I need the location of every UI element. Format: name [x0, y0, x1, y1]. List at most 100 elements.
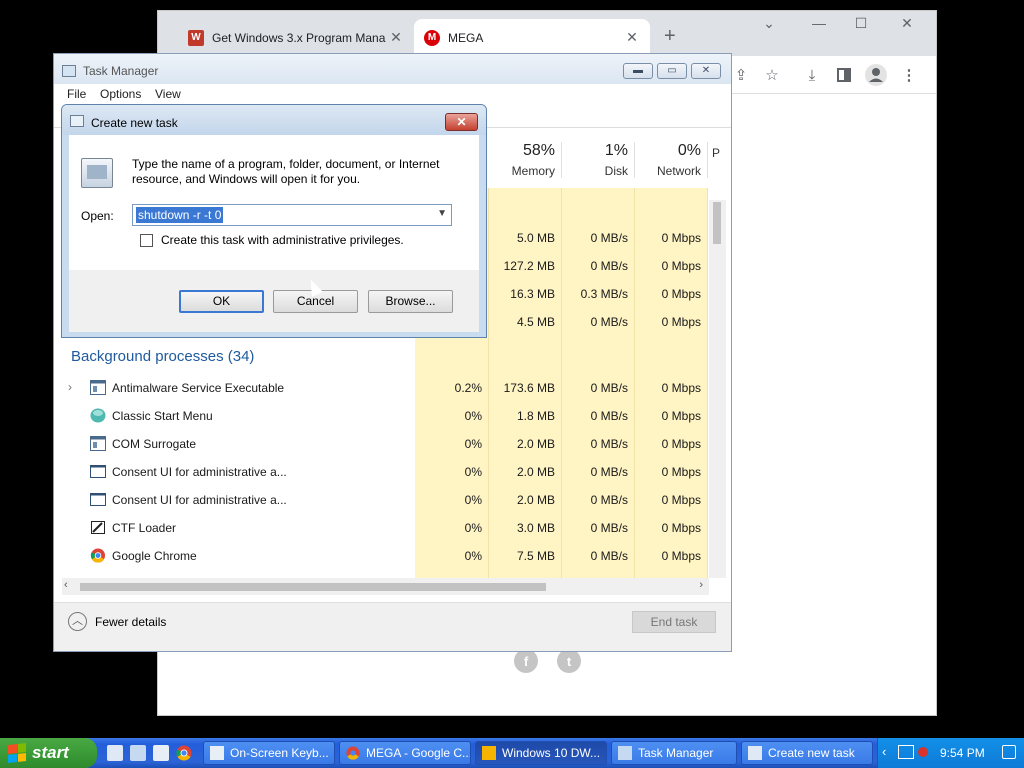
table-row[interactable]: Google Chrome 0% 7.5 MB 0 MB/s 0 Mbps [54, 542, 709, 570]
table-row[interactable]: Consent UI for administrative a... 0% 2.… [54, 486, 709, 514]
open-input-value[interactable]: shutdown -r -t 0 [136, 207, 224, 223]
new-tab-button[interactable]: + [664, 25, 676, 48]
end-task-button[interactable]: End task [632, 611, 716, 633]
ok-button[interactable]: OK [179, 290, 264, 313]
dialog-titlebar[interactable]: Create new task [62, 105, 486, 135]
blank-window-icon [90, 493, 106, 506]
memory-cell: 7.5 MB [516, 549, 555, 563]
keyboard-icon[interactable] [153, 745, 169, 761]
clock[interactable]: 9:54 PM [940, 746, 985, 760]
cpu-cell: 0.2% [454, 381, 482, 395]
process-name: Consent UI for administrative a... [112, 465, 287, 479]
network-cell: 0 Mbps [661, 549, 701, 563]
dialog-description: Type the name of a program, folder, docu… [132, 157, 440, 186]
disk-cell: 0 MB/s [590, 231, 628, 245]
ctf-loader-icon [91, 521, 105, 534]
fewer-details-button[interactable]: ︿ Fewer details [68, 612, 166, 631]
window-icon[interactable] [130, 745, 146, 761]
volume-muted-icon[interactable] [918, 747, 928, 757]
cpu-cell: 0% [464, 437, 482, 451]
close-button[interactable]: ✕ [691, 63, 721, 79]
scroll-left-icon[interactable]: ‹ [64, 579, 68, 591]
taskbar-button-create-new-task[interactable]: Create new task [741, 741, 873, 765]
minimize-button[interactable]: ▬ [623, 63, 653, 79]
start-label: start [32, 743, 69, 762]
close-tab-icon[interactable]: ✕ [388, 29, 404, 46]
taskbar-button-task-manager[interactable]: Task Manager [611, 741, 737, 765]
start-button[interactable]: start [0, 738, 97, 768]
menu-view[interactable]: View [155, 87, 181, 101]
close-tab-icon[interactable]: ✕ [624, 29, 640, 46]
table-row[interactable]: Consent UI for administrative a... 0% 2.… [54, 458, 709, 486]
memory-label: Memory [511, 164, 555, 178]
menu-file[interactable]: File [67, 87, 86, 101]
tray-expand-icon[interactable]: ‹ [882, 744, 886, 759]
network-label: Network [656, 164, 701, 178]
close-window-button[interactable]: ✕ [892, 15, 922, 32]
memory-cell: 127.2 MB [503, 259, 555, 273]
scrollbar-thumb[interactable] [80, 583, 546, 591]
app-icon [482, 746, 496, 760]
twitter-icon[interactable]: t [557, 649, 581, 673]
disk-cell: 0 MB/s [590, 437, 628, 451]
dialog-body: Type the name of a program, folder, docu… [69, 135, 479, 332]
browser-tab-get-windows[interactable]: W Get Windows 3.x Program Mana ✕ [178, 19, 414, 56]
memory-percent: 58% [522, 142, 555, 159]
cpu-cell: 0% [464, 493, 482, 507]
horizontal-scrollbar[interactable]: ‹ › [62, 578, 709, 595]
column-header-network[interactable]: 0% Network [634, 142, 701, 178]
table-row[interactable]: Classic Start Menu 0% 1.8 MB 0 MB/s 0 Mb… [54, 402, 709, 430]
column-header-disk[interactable]: 1% Disk [561, 142, 628, 178]
menu-options[interactable]: Options [100, 87, 141, 101]
download-icon[interactable]: ⤓ [801, 64, 823, 86]
taskbar-button-on-screen-keyboard[interactable]: On-Screen Keyb... [203, 741, 335, 765]
process-window-icon [90, 380, 106, 395]
disk-cell: 0 MB/s [590, 381, 628, 395]
cpu-cell: 0% [464, 549, 482, 563]
scrollbar-thumb[interactable] [713, 202, 721, 244]
network-cell: 0 Mbps [661, 231, 701, 245]
network-cell: 0 Mbps [661, 315, 701, 329]
chevron-down-icon[interactable]: ▼ [437, 208, 447, 219]
taskbar-button-windows-10[interactable]: Windows 10 DW... [475, 741, 607, 765]
maximize-button[interactable]: ▭ [657, 63, 687, 79]
column-header-memory[interactable]: 58% Memory [488, 142, 555, 178]
task-manager-titlebar[interactable]: Task Manager ▬ ▭ ✕ [54, 54, 731, 84]
share-icon[interactable]: ⇪ [730, 64, 752, 86]
menu-icon[interactable]: ⋮ [898, 64, 920, 86]
profile-icon[interactable] [865, 64, 887, 86]
disk-cell: 0 MB/s [590, 259, 628, 273]
vertical-scrollbar[interactable] [709, 200, 726, 578]
network-icon[interactable] [898, 745, 914, 759]
table-row[interactable]: COM Surrogate 0% 2.0 MB 0 MB/s 0 Mbps [54, 430, 709, 458]
browse-button[interactable]: Browse... [368, 290, 453, 313]
expand-chevron-icon[interactable]: › [68, 380, 72, 394]
dialog-close-button[interactable]: ✕ [445, 113, 478, 131]
chrome-icon[interactable] [176, 745, 192, 761]
minimize-button[interactable]: — [804, 15, 834, 31]
maximize-button[interactable]: ☐ [846, 15, 876, 32]
taskbar-button-label: Windows 10 DW... [502, 746, 601, 760]
blank-window-icon [90, 465, 106, 478]
notification-icon[interactable] [1002, 745, 1016, 759]
checkbox-box[interactable] [140, 233, 153, 247]
column-header-power[interactable]: P [712, 142, 724, 160]
cpu-cell: 0% [464, 409, 482, 423]
open-combobox[interactable]: shutdown -r -t 0 ▼ [132, 204, 452, 226]
sidepanel-icon[interactable] [833, 64, 855, 86]
admin-privileges-checkbox[interactable]: Create this task with administrative pri… [140, 233, 404, 247]
table-row[interactable]: › Antimalware Service Executable 0.2% 17… [54, 374, 709, 402]
browser-tab-mega[interactable]: M MEGA ✕ [414, 19, 650, 56]
taskbar-button-label: MEGA - Google C... [366, 746, 471, 760]
table-row[interactable]: CTF Loader 0% 3.0 MB 0 MB/s 0 Mbps [54, 514, 709, 542]
taskbar-button-mega-chrome[interactable]: MEGA - Google C... [339, 741, 471, 765]
classic-start-menu-icon [90, 408, 106, 423]
process-name: Antimalware Service Executable [112, 381, 285, 395]
scroll-right-icon[interactable]: › [699, 579, 703, 591]
chrome-icon [90, 548, 106, 563]
star-icon[interactable]: ☆ [761, 64, 783, 86]
memory-cell: 2.0 MB [516, 493, 555, 507]
facebook-icon[interactable]: f [514, 649, 538, 673]
file-manager-icon[interactable] [107, 745, 123, 761]
tab-search-icon[interactable]: ⌄ [754, 15, 784, 32]
